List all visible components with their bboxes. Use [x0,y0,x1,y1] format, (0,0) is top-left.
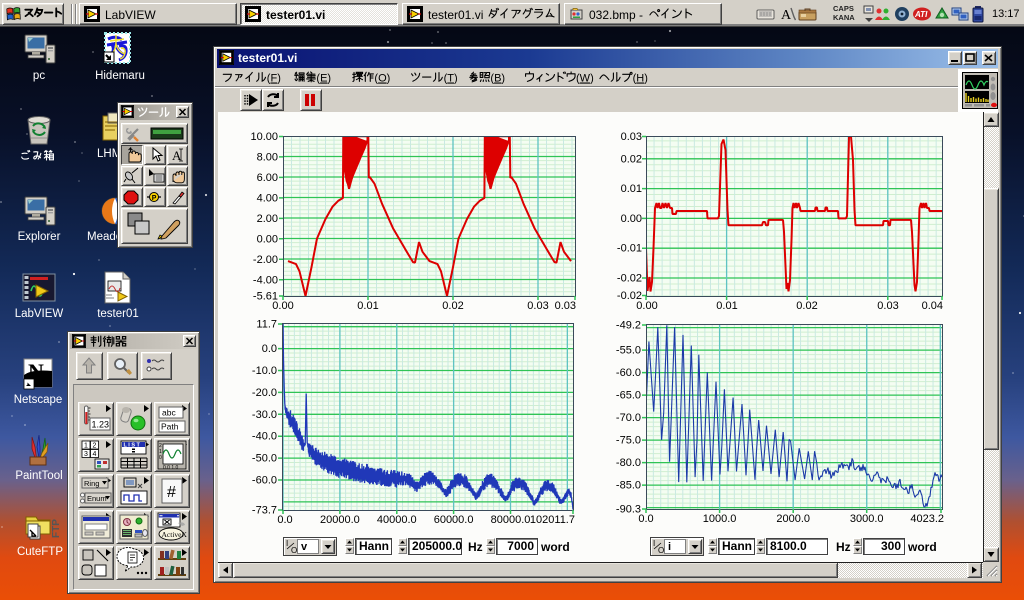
svg-text:(H): (H) [633,73,648,85]
svg-text:-50.0: -50.0 [252,453,277,465]
svg-text:FTP: FTP [51,519,62,538]
svg-text:1.23: 1.23 [92,420,110,430]
svg-text:8.00: 8.00 [257,151,278,163]
svg-text:0.0: 0.0 [262,343,277,355]
svg-text:3: 3 [84,451,88,458]
svg-text:-0.01: -0.01 [617,243,642,255]
svg-text:-60.0: -60.0 [616,367,641,379]
svg-text:Ring: Ring [84,479,99,488]
svg-text:1: 1 [84,443,88,450]
svg-text:0.01: 0.01 [621,183,642,195]
svg-text:-2.00: -2.00 [253,254,278,266]
svg-text:0.03: 0.03 [527,300,548,312]
svg-text:P: P [152,195,157,202]
svg-text:-80.0: -80.0 [616,457,641,469]
svg-text:-70.0: -70.0 [616,412,641,424]
svg-text:0.03: 0.03 [877,300,898,312]
svg-text:0.04: 0.04 [922,300,943,312]
svg-text:80000.0: 80000.0 [491,514,531,526]
svg-text:Path: Path [161,422,179,432]
svg-text:0.02: 0.02 [621,153,642,165]
svg-text:1000.0: 1000.0 [703,513,737,525]
svg-text:60000.0: 60000.0 [434,514,474,526]
svg-text:0.00: 0.00 [272,300,293,312]
svg-text:0: 0 [159,455,162,461]
svg-text:4: 4 [93,451,97,458]
svg-text:0.03: 0.03 [621,131,642,143]
svg-text:ActiveX: ActiveX [162,530,188,539]
svg-text:0.0: 0.0 [277,514,292,526]
svg-text:2000.0: 2000.0 [776,513,810,525]
svg-text:-0.02: -0.02 [617,273,642,285]
svg-text:Enum: Enum [87,494,107,503]
svg-text:#: # [167,484,176,501]
svg-text:3000.0: 3000.0 [850,513,884,525]
svg-text:-60.0: -60.0 [252,475,277,487]
svg-text:0.02: 0.02 [442,300,463,312]
svg-text:6.00: 6.00 [257,172,278,184]
svg-text:0.00: 0.00 [636,300,657,312]
svg-text:-75.0: -75.0 [616,435,641,447]
svg-text:-40.0: -40.0 [252,431,277,443]
svg-text:4.00: 4.00 [257,192,278,204]
svg-text:0.0 1.0: 0.0 1.0 [163,465,179,471]
svg-text:-55.0: -55.0 [616,345,641,357]
svg-text:4023.2: 4023.2 [910,513,944,525]
svg-text:ATI: ATI [914,10,928,19]
svg-text:-90.3: -90.3 [616,504,641,516]
svg-text:(E): (E) [316,73,331,85]
svg-text:0.0: 0.0 [638,513,653,525]
svg-text:-20.0: -20.0 [252,387,277,399]
svg-text:11.7: 11.7 [256,319,277,331]
svg-text:0.00: 0.00 [621,213,642,225]
svg-text:102011.7: 102011.7 [530,514,575,526]
svg-text:-10.0: -10.0 [252,365,277,377]
svg-text:-30.0: -30.0 [252,409,277,421]
svg-text:-65.0: -65.0 [616,390,641,402]
svg-text:2.00: 2.00 [257,213,278,225]
svg-text:L I S T: L I S T [124,443,141,449]
svg-text:-49.2: -49.2 [616,320,641,332]
svg-text:A: A [781,8,792,23]
svg-text:-73.7: -73.7 [252,505,277,517]
svg-text:(T): (T) [444,73,458,85]
svg-text:0.02: 0.02 [796,300,817,312]
svg-text:-4.00: -4.00 [253,274,278,286]
svg-text:(B): (B) [490,73,505,85]
svg-text:0.03: 0.03 [555,300,576,312]
svg-text:20000.0: 20000.0 [320,514,360,526]
svg-text:(F): (F) [267,73,281,85]
svg-text:(W): (W) [576,73,594,85]
svg-text:I: I [653,539,655,548]
svg-text:0.01: 0.01 [716,300,737,312]
svg-text:40000.0: 40000.0 [377,514,417,526]
svg-text:abc: abc [162,408,176,418]
svg-text:I: I [286,539,288,548]
svg-text:0.00: 0.00 [257,233,278,245]
svg-text:10.00: 10.00 [250,131,278,143]
svg-text:(O): (O) [374,73,390,85]
svg-text:0.01: 0.01 [357,300,378,312]
svg-text:2: 2 [93,443,97,450]
svg-text:-85.0: -85.0 [616,480,641,492]
